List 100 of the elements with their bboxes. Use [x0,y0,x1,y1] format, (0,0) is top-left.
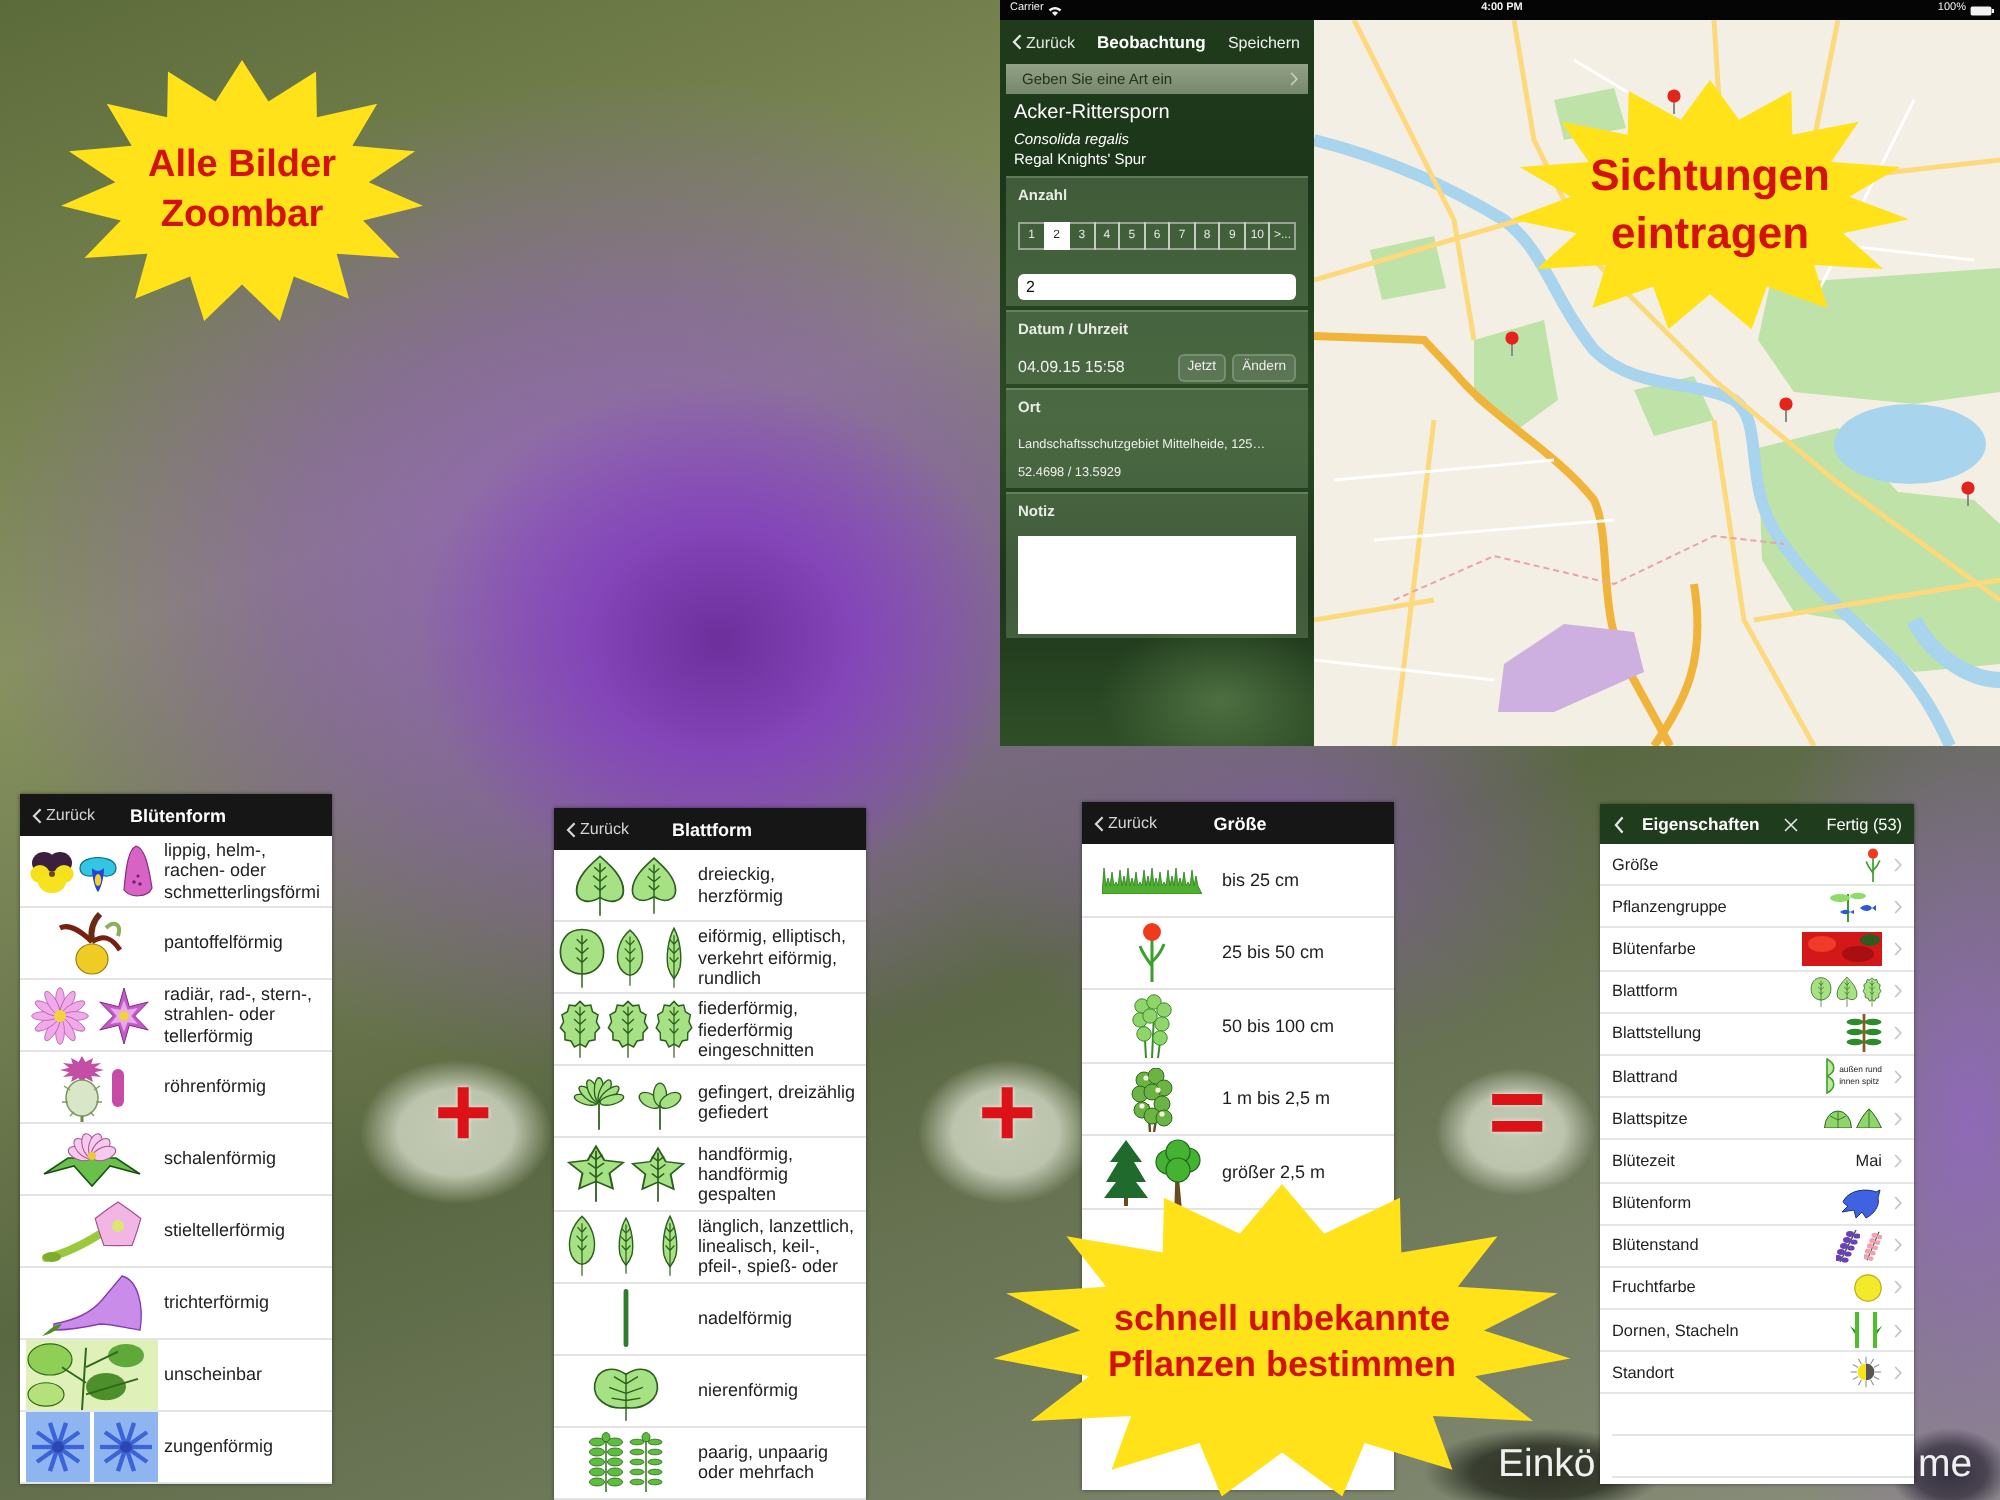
leaf-icon [654,998,694,1061]
option-label[interactable]: stieltellerförmig [164,1220,326,1242]
flower-icon [56,909,128,977]
chevron-left-icon [1094,815,1104,831]
option-label[interactable]: eiförmig, elliptisch, verkehrt eiförmig, rundlich [698,926,860,988]
flower-icon [30,985,90,1045]
map-pin-icon[interactable] [1961,481,1975,507]
screen-title: Beobachtung [1097,32,1206,52]
close-icon [1783,817,1798,831]
property-label[interactable]: Blütenform [1612,1194,1838,1213]
property-label[interactable]: Standort [1612,1363,1850,1382]
option-label[interactable]: 25 bis 50 cm [1222,942,1390,963]
flower-spike-icon [1864,1229,1882,1262]
leaf-icon [574,853,626,918]
map-pin-icon[interactable] [1667,89,1681,115]
property-label[interactable]: Blattstellung [1612,1024,1846,1043]
option-label[interactable]: pantoffelförmig [164,932,326,954]
flower-tile-icon [26,1412,90,1482]
flower-icon [1838,1187,1882,1220]
flower-plant-icon [1136,922,1168,983]
leaf-icon [1836,975,1858,1008]
option-label[interactable]: 1 m bis 2,5 m [1222,1088,1390,1110]
chevron-right-icon [1290,72,1298,86]
flower-icon [94,985,154,1045]
option-label[interactable]: lippig, helm-, rachen- oder schmetterlingsförmi [164,840,326,902]
map-pin-icon[interactable] [1505,331,1519,357]
chevron-right-icon [1894,1111,1902,1126]
leaf-icon [1862,975,1882,1008]
option-label[interactable]: nierenförmig [698,1380,860,1401]
chevron-left-icon [1012,34,1022,50]
leaf-tip-icon [1856,1108,1882,1129]
property-label[interactable]: Pflanzengruppe [1612,897,1830,916]
property-label[interactable]: Blattspitze [1612,1109,1824,1128]
tube-flower-icon [110,1067,126,1107]
option-label[interactable]: paarig, unpaarig oder mehrfach [698,1442,860,1484]
chevron-left-icon [566,821,576,837]
property-label[interactable]: Blattform [1612,982,1810,1001]
plant-icon [1130,993,1174,1058]
property-label[interactable]: Blattrand [1612,1067,1826,1086]
property-label[interactable]: Dornen, Stacheln [1612,1321,1850,1340]
operator-sign: + [434,1058,493,1166]
flower-icon [30,849,74,893]
chevron-right-icon [1894,857,1902,872]
option-label[interactable]: unscheinbar [164,1364,326,1386]
screen-title: Größe [1213,813,1267,833]
property-label[interactable]: Fruchtfarbe [1612,1278,1854,1297]
option-label[interactable]: länglich, lanzettlich, linealisch, keil-, pfeil-, spieß- oder [698,1215,860,1277]
option-label[interactable]: 50 bis 100 cm [1222,1015,1390,1037]
option-label[interactable]: schalenförmig [164,1148,326,1170]
photo-caption: me [1918,1440,1973,1488]
property-value: Mai [1855,1151,1882,1170]
back-button[interactable] [1614,815,1624,833]
map-pin-icon[interactable] [1779,397,1793,423]
option-label[interactable]: radiär, rad-, stern-, strahlen- oder tellerförmig [164,984,326,1046]
back-button[interactable]: Zurück [566,820,629,838]
count-input[interactable]: 2 [1018,273,1296,299]
leaf-icon [558,925,606,990]
screen-title: Eigenschaften [1642,814,1760,834]
property-label[interactable]: Größe [1612,855,1864,874]
water-lily-icon [42,1131,142,1187]
operator-sign: + [978,1058,1037,1166]
property-label[interactable]: Blütezeit [1612,1151,1856,1170]
flower-tile-icon [94,1412,158,1482]
option-label[interactable]: größer 2,5 m [1222,1162,1390,1183]
back-button[interactable]: Zurück [32,806,95,824]
option-label[interactable]: zungenförmig [164,1436,326,1458]
flower-icon [122,843,154,899]
option-label[interactable]: dreieckig, herzförmig [698,864,860,906]
option-label[interactable]: nadelförmig [698,1308,860,1329]
option-label[interactable]: fiederförmig, fiederförmig eingeschnitten [698,998,860,1061]
battery-icon [1970,5,1994,15]
option-label[interactable]: röhrenförmig [164,1076,326,1098]
chevron-right-icon [1894,1280,1902,1295]
leafy-stem-icon [1846,1014,1882,1053]
option-label[interactable]: trichterförmig [164,1292,326,1314]
screen-title: Blütenform [130,805,226,825]
chevron-right-icon [1894,1153,1902,1168]
back-button[interactable]: Zurück [1012,33,1075,51]
promo-text: Alle Bilder Zoombar [148,142,336,240]
done-button[interactable]: Fertig (53) [1826,815,1902,833]
property-label[interactable]: Blütenstand [1612,1236,1836,1255]
chevron-right-icon [1894,1323,1902,1338]
leaf-edge-icon [1825,1058,1836,1095]
back-button[interactable]: Zurück [1094,814,1157,832]
option-label[interactable]: bis 25 cm [1222,869,1390,890]
leaf-icon [630,855,678,916]
save-button[interactable]: Speichern [1227,33,1300,51]
thorn-stem-icon [1868,1312,1882,1349]
property-label[interactable]: Blütenfarbe [1612,939,1802,958]
option-label[interactable]: handförmig, handförmig gespalten [698,1143,860,1205]
chevron-right-icon [1894,1026,1902,1041]
fruit-icon [1854,1273,1882,1302]
option-label[interactable]: gefingert, dreizählig gefiedert [698,1081,860,1123]
species-name: Acker-Rittersporn [1014,102,1172,127]
flower-spike-icon [1836,1227,1860,1264]
close-button[interactable] [1783,817,1798,831]
chevron-right-icon [1894,984,1902,999]
grass-icon [1102,865,1202,894]
tree-icon [1154,1138,1202,1207]
note-field[interactable] [1018,535,1296,633]
